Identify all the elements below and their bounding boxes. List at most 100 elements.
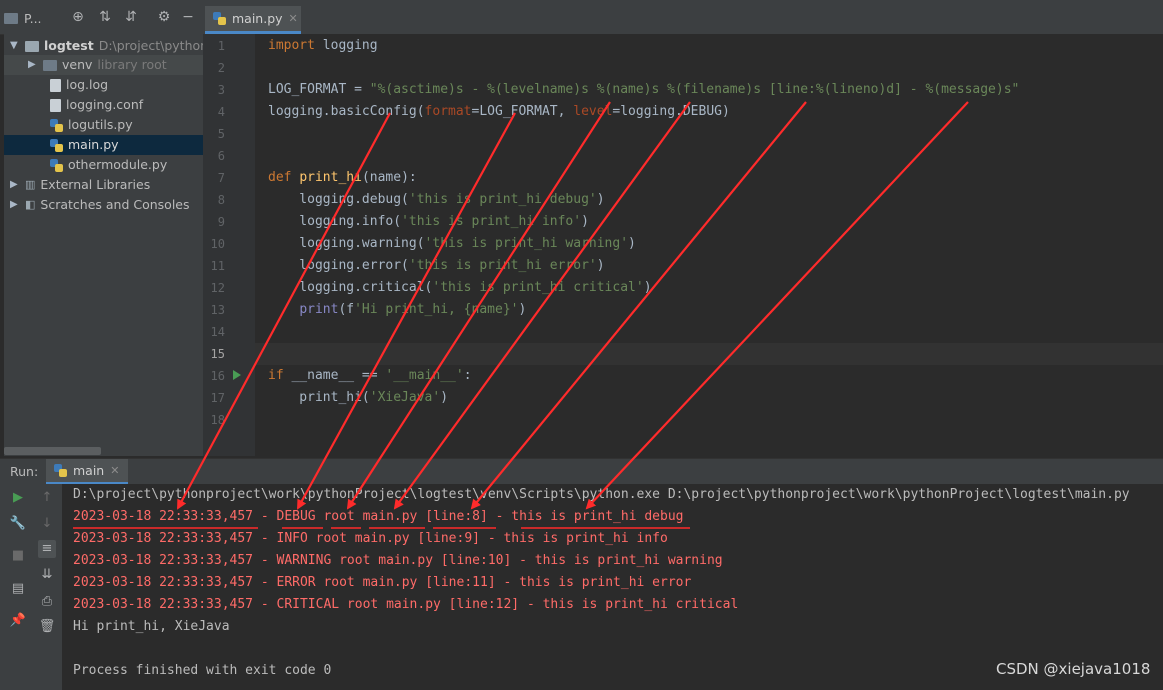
- layout-icon[interactable]: ▤: [9, 580, 27, 598]
- library-root-tag: library root: [97, 57, 167, 72]
- console-line: Process finished with exit code 0: [73, 663, 332, 678]
- tree-item-label: logutils.py: [68, 117, 133, 132]
- tree-item-logutils-py[interactable]: logutils.py: [50, 115, 133, 135]
- chevron-right-icon[interactable]: ▶: [28, 55, 38, 75]
- tree-item-label: logging.conf: [66, 97, 144, 112]
- tree-item-logging-conf[interactable]: logging.conf: [50, 95, 143, 115]
- run-label: Run:: [10, 464, 39, 479]
- caret-line-highlight: [255, 343, 1163, 365]
- line-number: 11: [210, 259, 225, 273]
- tree-root-logtest[interactable]: ▼ logtest D:\project\pythonp: [10, 36, 203, 56]
- run-tab-main[interactable]: main ✕: [46, 459, 128, 485]
- code-line[interactable]: if __name__ == '__main__':: [268, 365, 472, 387]
- python-file-icon: [50, 158, 63, 172]
- line-number: 3: [217, 83, 225, 97]
- project-panel: ▼ logtest D:\project\pythonp ▶ venv libr…: [4, 34, 203, 456]
- tree-item-log-log[interactable]: log.log: [50, 75, 108, 95]
- chevron-right-icon[interactable]: ▶: [10, 195, 20, 215]
- project-tab-label: P...: [24, 10, 42, 26]
- code-line[interactable]: logging.critical('this is print_hi criti…: [268, 277, 651, 299]
- line-number: 8: [217, 193, 225, 207]
- line-number: 9: [217, 215, 225, 229]
- soft-wrap-icon[interactable]: ≡: [38, 540, 56, 558]
- line-number: 10: [210, 237, 225, 251]
- library-icon: ▥: [25, 178, 36, 191]
- tree-item-external-libraries[interactable]: ▶ ▥ External Libraries: [10, 175, 150, 195]
- up-arrow-icon[interactable]: ↑: [38, 489, 56, 507]
- gear-icon[interactable]: ⚙: [156, 9, 172, 25]
- folder-icon: [43, 59, 57, 71]
- rerun-icon[interactable]: ▶: [9, 489, 27, 507]
- code-line[interactable]: logging.debug('this is print_hi debug'): [268, 189, 604, 211]
- line-number: 15: [210, 347, 225, 361]
- python-file-icon: [50, 138, 63, 152]
- line-number: 12: [210, 281, 225, 295]
- chevron-down-icon[interactable]: ▼: [10, 36, 20, 56]
- close-icon[interactable]: ✕: [289, 12, 298, 25]
- code-line[interactable]: print(f'Hi print_hi, {name}'): [268, 299, 526, 321]
- top-toolbar: P... ⊕ ⇅ ⇵ ⚙ − main.py ✕: [0, 0, 1163, 35]
- pin-icon[interactable]: 📌: [9, 612, 27, 630]
- run-toolwindow-header: Run: main ✕: [0, 458, 1163, 485]
- line-number: 5: [217, 127, 225, 141]
- tree-item-venv[interactable]: ▶ venv library root: [4, 55, 203, 75]
- print-icon[interactable]: ⎙: [38, 593, 56, 611]
- project-scrollbar[interactable]: [4, 447, 101, 455]
- line-number: 4: [217, 105, 225, 119]
- console-line: Hi print_hi, XieJava: [73, 619, 230, 634]
- line-number: 7: [217, 171, 225, 185]
- code-line[interactable]: def print_hi(name):: [268, 167, 417, 189]
- python-run-icon: [54, 464, 67, 477]
- run-toolbar: ▶ 🔧 ■ ▤ 📌 ↑ ↓ ≡ ⇊ ⎙ 🗑: [0, 484, 62, 690]
- code-line[interactable]: logging.error('this is print_hi error'): [268, 255, 604, 277]
- console-line: 2023-03-18 22:33:33,457 - ERROR root mai…: [73, 575, 692, 590]
- code-line[interactable]: LOG_FORMAT = "%(asctime)s - %(levelname)…: [268, 79, 1019, 101]
- folder-icon: [25, 40, 39, 52]
- tree-item-main-py[interactable]: main.py: [4, 135, 203, 155]
- locate-icon[interactable]: ⊕: [70, 9, 86, 25]
- tree-root-label: logtest: [44, 38, 94, 53]
- csdn-watermark: CSDN @xiejava1018: [996, 660, 1151, 678]
- text-file-icon: [50, 78, 61, 92]
- tree-item-label: venv: [62, 57, 93, 72]
- line-number: 6: [217, 149, 225, 163]
- run-gutter-icon[interactable]: [233, 370, 241, 380]
- tree-item-label: External Libraries: [40, 177, 151, 192]
- line-number: 17: [210, 391, 225, 405]
- project-tool-tab[interactable]: P...: [4, 6, 42, 30]
- code-line[interactable]: logging.info('this is print_hi info'): [268, 211, 589, 233]
- scratches-icon: ◧: [25, 198, 36, 211]
- line-number: 1: [217, 39, 225, 53]
- python-file-icon: [213, 12, 226, 25]
- tree-item-label: log.log: [66, 77, 109, 92]
- wrench-icon[interactable]: 🔧: [9, 515, 27, 533]
- line-number: 14: [210, 325, 225, 339]
- stop-icon[interactable]: ■: [9, 547, 27, 565]
- console-line: 2023-03-18 22:33:33,457 - WARNING root m…: [73, 553, 723, 568]
- line-number: 13: [210, 303, 225, 317]
- tree-item-othermodule-py[interactable]: othermodule.py: [50, 155, 167, 175]
- console-line: 2023-03-18 22:33:33,457 - INFO root main…: [73, 531, 668, 546]
- minimize-panel-icon[interactable]: −: [180, 9, 196, 25]
- tree-item-label: othermodule.py: [68, 157, 168, 172]
- code-line[interactable]: print_hi('XieJava'): [268, 387, 448, 409]
- collapse-all-icon[interactable]: ⇵: [123, 9, 139, 25]
- line-number: 16: [210, 369, 225, 383]
- expand-all-icon[interactable]: ⇅: [97, 9, 113, 25]
- down-arrow-icon[interactable]: ↓: [38, 515, 56, 533]
- console-line: 2023-03-18 22:33:33,457 - CRITICAL root …: [73, 597, 739, 612]
- python-file-icon: [50, 118, 63, 132]
- tree-item-label: main.py: [68, 137, 119, 152]
- code-line[interactable]: logging.basicConfig(format=LOG_FORMAT, l…: [268, 101, 730, 123]
- code-line[interactable]: import logging: [268, 35, 378, 57]
- console-line: D:\project\pythonproject\work\pythonProj…: [73, 487, 1130, 502]
- close-icon[interactable]: ✕: [110, 464, 119, 477]
- tree-item-scratches[interactable]: ▶ ◧ Scratches and Consoles: [10, 195, 190, 215]
- scroll-to-end-icon[interactable]: ⇊: [38, 566, 56, 584]
- trash-icon[interactable]: 🗑: [38, 618, 56, 636]
- config-file-icon: [50, 98, 61, 112]
- code-editor[interactable]: import logging LOG_FORMAT = "%(asctime)s …: [203, 34, 1163, 456]
- code-line[interactable]: logging.warning('this is print_hi warnin…: [268, 233, 636, 255]
- chevron-right-icon[interactable]: ▶: [10, 175, 20, 195]
- tab-main-py[interactable]: main.py ✕: [205, 6, 301, 34]
